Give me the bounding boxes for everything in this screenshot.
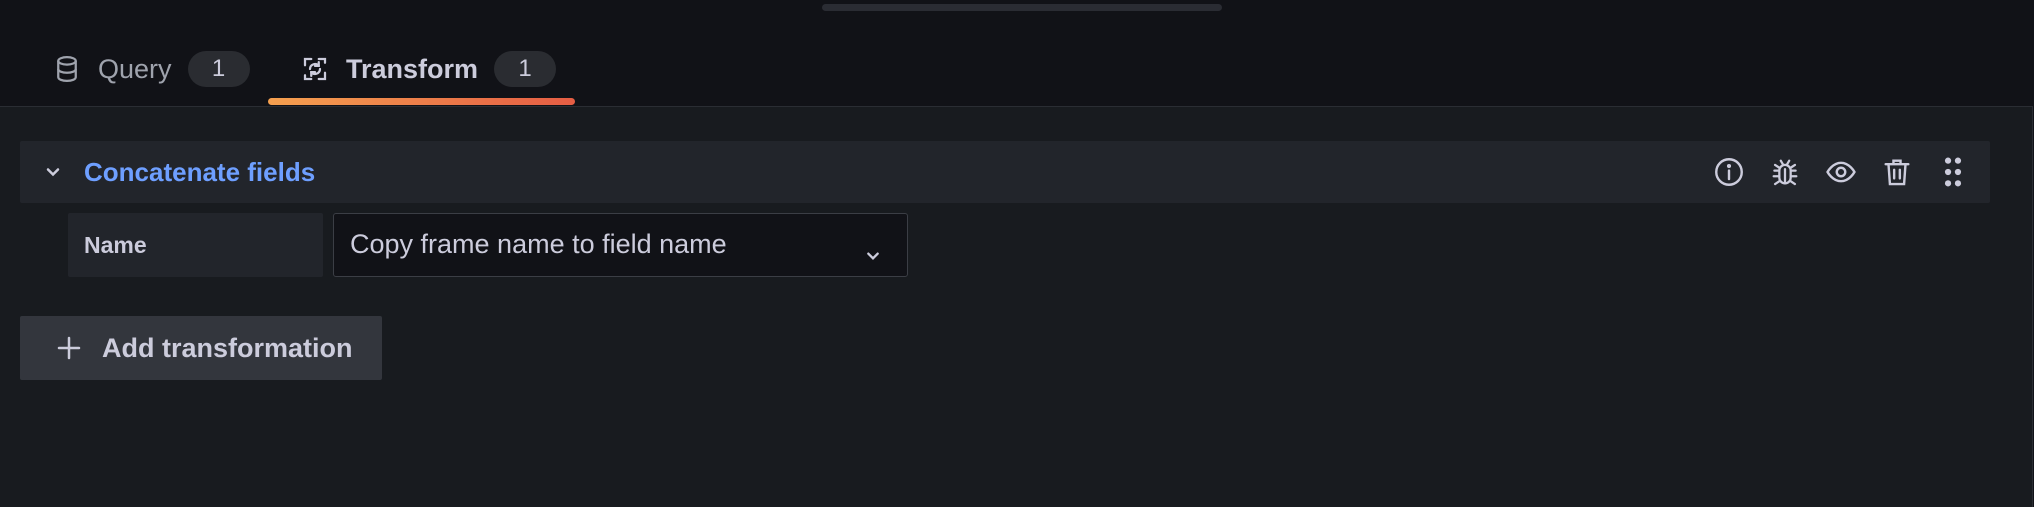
tab-transform-label: Transform [346, 53, 479, 84]
drag-icon[interactable] [1936, 155, 1970, 189]
query-editor-tabs: Query 1 Transform 1 [0, 0, 2034, 107]
add-transformation-button[interactable]: Add transformation [20, 316, 382, 380]
transformation-card-header: Concatenate fields [20, 141, 1990, 203]
active-tab-indicator [268, 98, 575, 105]
chevron-down-icon[interactable] [38, 157, 68, 187]
name-field-label: Name [68, 213, 323, 277]
tab-query-label: Query [98, 53, 172, 84]
tab-transform-count: 1 [494, 51, 557, 87]
name-mode-value: Copy frame name to field name [350, 229, 727, 259]
plus-icon [54, 333, 84, 363]
database-icon [52, 54, 82, 84]
tab-query-count: 1 [187, 51, 250, 87]
add-transformation-label: Add transformation [102, 332, 353, 363]
transformation-actions [1712, 141, 1970, 203]
transformations-panel: Concatenate fields Name Copy frame name … [0, 106, 2033, 507]
chevron-down-icon [859, 231, 887, 260]
eye-icon[interactable] [1824, 155, 1858, 189]
transformation-title[interactable]: Concatenate fields [84, 141, 315, 203]
tab-transform[interactable]: Transform 1 [300, 44, 557, 94]
name-mode-select[interactable]: Copy frame name to field name [333, 213, 908, 277]
process-icon [300, 54, 330, 84]
debug-icon[interactable] [1768, 155, 1802, 189]
trash-icon[interactable] [1880, 155, 1914, 189]
info-icon[interactable] [1712, 155, 1746, 189]
tab-query[interactable]: Query 1 [52, 44, 250, 94]
